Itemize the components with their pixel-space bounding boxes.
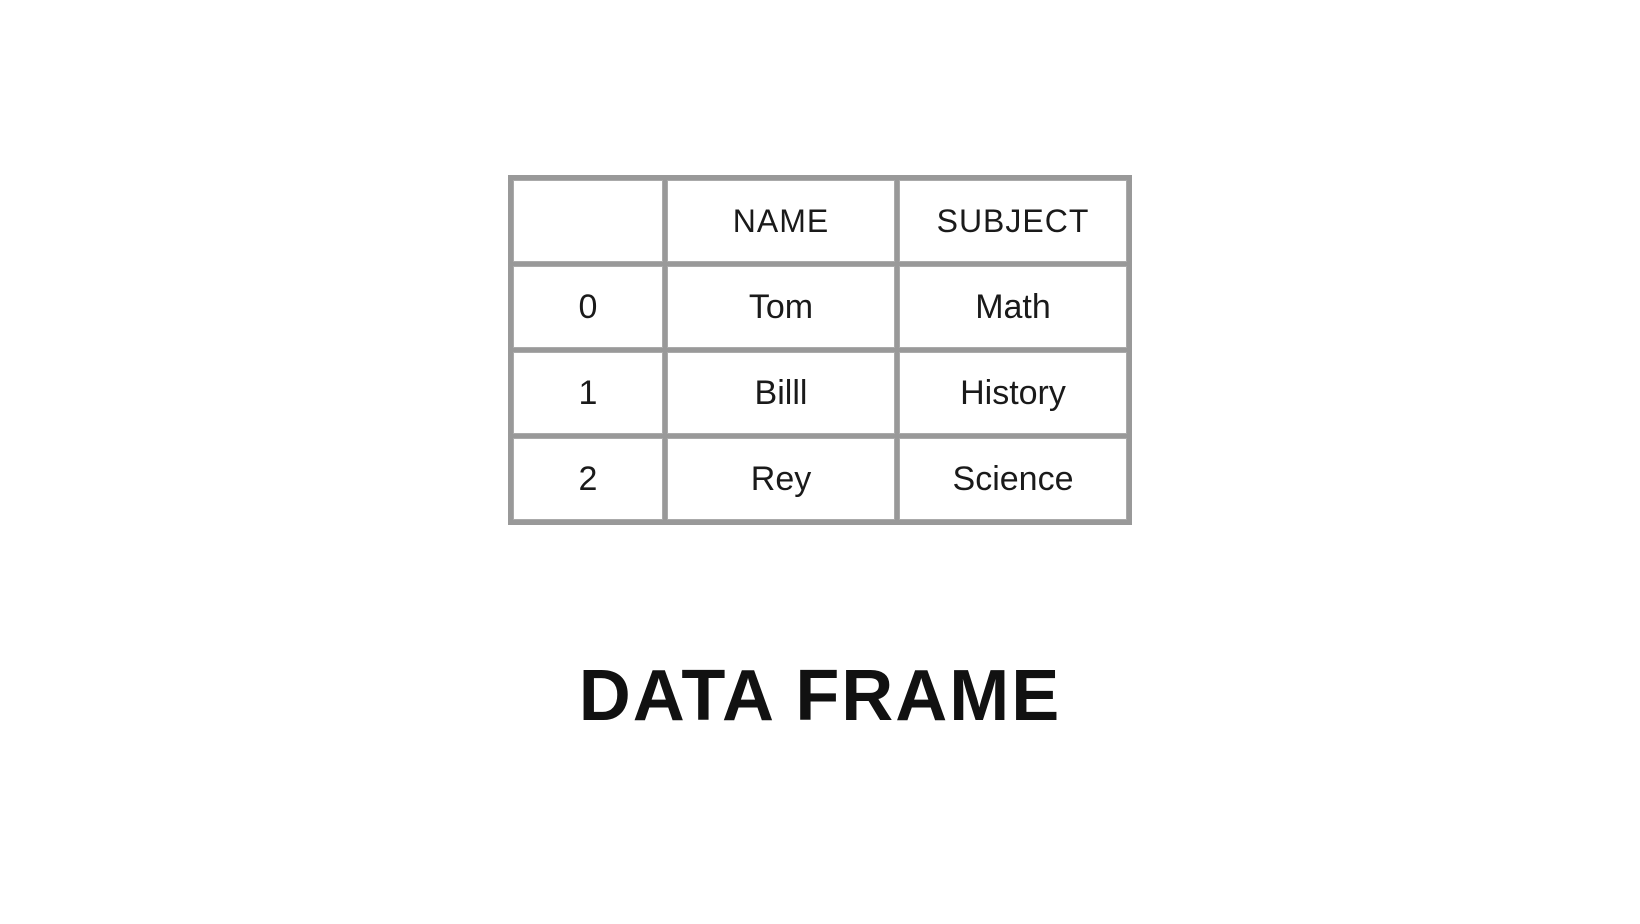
- table-header-row: NAME SUBJECT: [513, 180, 1127, 262]
- cell-subject: Math: [899, 266, 1127, 348]
- header-subject: SUBJECT: [899, 180, 1127, 262]
- cell-name: Billl: [667, 352, 895, 434]
- table-row: 0 Tom Math: [513, 266, 1127, 348]
- dataframe-table: NAME SUBJECT 0 Tom Math 1 Billl History …: [508, 175, 1132, 525]
- table-row: 2 Rey Science: [513, 438, 1127, 520]
- cell-index: 1: [513, 352, 663, 434]
- cell-name: Rey: [667, 438, 895, 520]
- cell-name: Tom: [667, 266, 895, 348]
- cell-subject: Science: [899, 438, 1127, 520]
- page-title: DATA FRAME: [579, 655, 1062, 737]
- header-name: NAME: [667, 180, 895, 262]
- cell-index: 2: [513, 438, 663, 520]
- cell-index: 0: [513, 266, 663, 348]
- cell-subject: History: [899, 352, 1127, 434]
- table-row: 1 Billl History: [513, 352, 1127, 434]
- header-index: [513, 180, 663, 262]
